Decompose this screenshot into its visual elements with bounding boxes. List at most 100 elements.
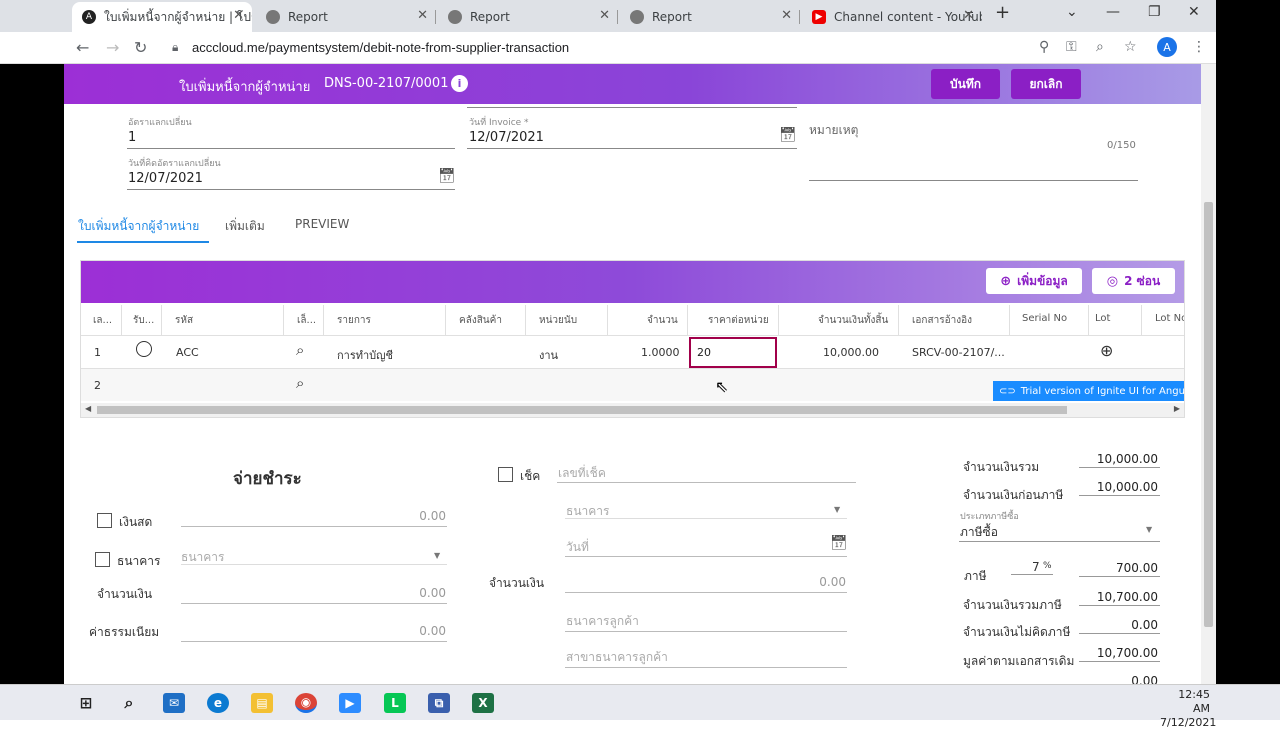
browser-tab[interactable]: ▶ Channel content - YouTube ✕ <box>802 2 982 32</box>
tax-type-select[interactable]: ภาษีซื้อ <box>960 523 998 542</box>
exchange-date-input[interactable]: 12/07/2021 <box>128 171 203 186</box>
column-header[interactable]: เอกสารอ้างอิง <box>912 313 972 328</box>
back-icon[interactable]: ← <box>76 38 89 57</box>
zoom-icon[interactable]: ⌕ <box>1096 39 1104 55</box>
table-row[interactable]: 1 ACC ⌕ การทำบัญชี งาน 1.0000 10,000.00 … <box>81 335 1184 368</box>
reload-icon[interactable]: ↻ <box>134 38 147 57</box>
windows-start-icon[interactable]: ⊞ <box>75 693 97 713</box>
column-header[interactable]: จำนวนเงินทั้งสิ้น <box>818 313 888 328</box>
line-icon[interactable]: L <box>384 693 406 713</box>
column-header[interactable]: Serial No <box>1022 313 1067 324</box>
invoice-date-input[interactable]: 12/07/2021 <box>469 130 544 145</box>
save-button[interactable]: บันทึก <box>931 69 1000 99</box>
dropdown-arrow-icon[interactable]: ▼ <box>834 505 840 514</box>
profile-avatar[interactable]: A <box>1157 37 1177 57</box>
price-input-editing[interactable]: 20 <box>689 337 777 368</box>
hide-columns-button[interactable]: ◎ 2 ซ่อน <box>1092 268 1175 294</box>
scroll-right-icon[interactable]: ▶ <box>1174 404 1180 413</box>
cheque-number-input[interactable]: เลขที่เช็ค <box>558 464 606 483</box>
tab-debit-note[interactable]: ใบเพิ่มหนี้จากผู้จำหน่าย <box>78 217 199 236</box>
tab-search-icon[interactable]: ⌄ <box>1066 4 1078 20</box>
amount-input[interactable]: 0.00 <box>366 586 446 600</box>
address-bar[interactable]: acccloud.me/paymentsystem/debit-note-fro… <box>192 40 569 55</box>
close-icon[interactable]: ✕ <box>963 8 974 23</box>
grid-horizontal-scrollbar[interactable]: ◀ ▶ <box>81 403 1184 417</box>
menu-dots-icon[interactable]: ⋮ <box>1192 39 1206 55</box>
price-value[interactable]: 20 <box>697 346 711 359</box>
cancel-button[interactable]: ยกเลิก <box>1011 69 1081 99</box>
column-header[interactable]: ราคาต่อหน่วย <box>708 313 769 328</box>
dropdown-arrow-icon[interactable]: ▼ <box>434 551 440 560</box>
item-quantity[interactable]: 1.0000 <box>641 346 680 359</box>
edge-icon[interactable]: e <box>207 693 229 713</box>
scroll-left-icon[interactable]: ◀ <box>85 404 91 413</box>
browser-tab-active[interactable]: A ใบเพิ่มหนี้จากผู้จำหน่าย | โปรแ ✕ <box>72 2 252 32</box>
forward-icon[interactable]: → <box>106 38 119 57</box>
column-header[interactable]: รายการ <box>337 313 371 328</box>
mail-icon[interactable]: ✉ <box>163 693 185 713</box>
location-icon[interactable]: ⚲ <box>1039 39 1049 55</box>
bookmark-star-icon[interactable]: ☆ <box>1124 39 1137 55</box>
restore-icon[interactable]: ❐ <box>1148 4 1161 20</box>
column-header[interactable]: Lot No <box>1155 313 1184 324</box>
zoom-app-icon[interactable]: ▶ <box>339 693 361 713</box>
info-icon[interactable]: i <box>451 75 468 92</box>
excel-icon[interactable]: X <box>472 693 494 713</box>
receive-radio[interactable] <box>136 341 152 357</box>
column-header[interactable]: หน่วยนับ <box>539 313 577 328</box>
column-header[interactable]: เล... <box>93 313 112 328</box>
browser-tab[interactable]: Report ✕ <box>256 2 436 32</box>
minimize-icon[interactable]: — <box>1106 4 1120 20</box>
close-icon[interactable]: ✕ <box>417 8 428 23</box>
item-name[interactable]: การทำบัญชี <box>337 346 393 364</box>
add-row-button[interactable]: ⊕ เพิ่มข้อมูล <box>986 268 1082 294</box>
add-lot-icon[interactable]: ⊕ <box>1100 341 1113 360</box>
dropdown-arrow-icon[interactable]: ▼ <box>1146 525 1152 534</box>
close-icon[interactable]: ✕ <box>781 8 792 23</box>
browser-tab[interactable]: Report ✕ <box>620 2 800 32</box>
exchange-rate-input[interactable]: 1 <box>128 130 136 145</box>
remark-textarea[interactable] <box>809 180 1138 181</box>
browser-tab[interactable]: Report ✕ <box>438 2 618 32</box>
close-icon[interactable]: ✕ <box>599 8 610 23</box>
column-header[interactable]: รหัส <box>175 313 193 328</box>
bank-checkbox[interactable] <box>95 552 110 567</box>
scrollbar-thumb[interactable] <box>97 406 1067 414</box>
cheque-amount-input[interactable]: 0.00 <box>766 575 846 589</box>
search-icon[interactable]: ⌕ <box>296 374 304 392</box>
chrome-icon[interactable]: ◉ <box>295 693 317 713</box>
column-header[interactable]: Lot <box>1095 313 1110 324</box>
reference-document[interactable]: SRCV-00-2107/... <box>912 346 1005 359</box>
scrollbar-thumb[interactable] <box>1204 202 1213 627</box>
calendar-icon[interactable]: 📅︎ <box>779 127 797 143</box>
cash-checkbox[interactable] <box>97 513 112 528</box>
fee-input[interactable]: 0.00 <box>366 624 446 638</box>
cash-amount-input[interactable]: 0.00 <box>366 509 446 523</box>
item-unit[interactable]: งาน <box>539 346 558 364</box>
calendar-icon[interactable]: 📅︎ <box>438 168 456 184</box>
page-scrollbar[interactable] <box>1201 64 1216 684</box>
cheque-date-input[interactable]: วันที่ <box>566 538 589 557</box>
search-icon[interactable]: ⌕ <box>296 341 304 359</box>
trial-banner[interactable]: ⊂⊃ Trial version of Ignite UI for Angula… <box>993 381 1184 401</box>
window-close-icon[interactable]: ✕ <box>1188 4 1200 20</box>
column-header[interactable]: รับ... <box>133 313 154 328</box>
calendar-icon[interactable]: 📅︎ <box>830 535 848 551</box>
lock-icon[interactable]: 🔒︎ <box>172 40 178 55</box>
network-app-icon[interactable]: ⧉ <box>428 693 450 713</box>
column-header[interactable]: จำนวน <box>647 313 678 328</box>
tab-preview[interactable]: PREVIEW <box>295 217 349 231</box>
new-tab-icon[interactable]: + <box>995 2 1010 23</box>
customer-bank-input[interactable]: ธนาคารลูกค้า <box>566 612 639 631</box>
column-header[interactable]: เล็... <box>297 313 316 328</box>
cheque-checkbox[interactable] <box>498 467 513 482</box>
item-code[interactable]: ACC <box>176 346 199 359</box>
tax-rate-input[interactable]: 7 <box>1032 560 1040 574</box>
tab-additional[interactable]: เพิ่มเติม <box>225 217 265 236</box>
key-icon[interactable]: ⚿ <box>1066 39 1077 55</box>
customer-branch-input[interactable]: สาขาธนาคารลูกค้า <box>566 648 668 667</box>
file-explorer-icon[interactable]: ▤ <box>251 693 273 713</box>
close-icon[interactable]: ✕ <box>233 8 244 23</box>
system-clock[interactable]: 12:45 AM 7/12/2021 <box>1160 688 1216 730</box>
search-icon[interactable]: ⌕ <box>118 693 140 713</box>
